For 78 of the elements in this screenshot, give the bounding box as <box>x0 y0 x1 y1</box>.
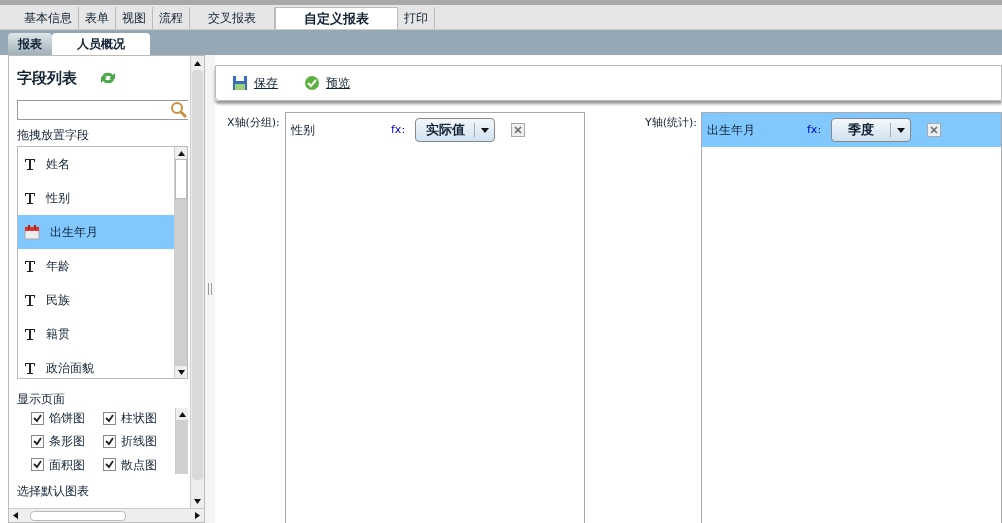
field-item[interactable]: 性别 <box>18 181 174 215</box>
drag-label: 拖拽放置字段 <box>17 127 90 144</box>
tab[interactable]: 打印 <box>398 7 435 29</box>
checkbox-label: 折线图 <box>121 433 157 451</box>
panel-title: 字段列表 <box>17 67 77 89</box>
toolbar-button[interactable]: 预览 <box>304 74 350 92</box>
scroll-thumb[interactable] <box>192 70 203 480</box>
section-label: 显示页面 <box>17 391 66 406</box>
axis-field[interactable]: 性别 fx: 实际值 <box>286 113 584 147</box>
text-type-icon <box>24 362 36 374</box>
tab[interactable]: 基本信息 <box>18 7 79 29</box>
scroll-down-icon[interactable] <box>194 498 201 504</box>
field-name: 出生年月 <box>50 224 98 241</box>
field-name: 民族 <box>46 292 70 309</box>
scroll-thumb[interactable] <box>176 420 188 474</box>
field-item[interactable]: 政治面貌 <box>18 351 174 385</box>
function-dropdown[interactable]: 季度 <box>831 118 911 142</box>
fx-label: fx: <box>807 121 823 138</box>
checkbox[interactable] <box>103 458 116 472</box>
checkbox[interactable] <box>31 411 44 425</box>
scroll-down-icon[interactable] <box>177 369 185 375</box>
grip-icon[interactable] <box>208 283 212 295</box>
field-name: 籍贯 <box>46 326 70 343</box>
field-item[interactable]: 籍贯 <box>18 317 174 351</box>
checkbox[interactable] <box>31 434 44 448</box>
tab[interactable]: 自定义报表 <box>275 7 398 29</box>
section-label: 选择默认图表 <box>17 483 90 498</box>
axis-field[interactable]: 出生年月 fx: 季度 <box>702 113 1001 147</box>
text-type-icon <box>24 260 36 272</box>
checkbox-label: 馅饼图 <box>49 410 85 427</box>
text-type-icon <box>24 158 36 170</box>
checkbox-label: 面积图 <box>49 456 85 474</box>
checkbox-label: 散点图 <box>121 456 157 474</box>
field-name: 政治面貌 <box>46 360 94 377</box>
close-button[interactable] <box>511 123 525 137</box>
horizontal-scrollbar[interactable] <box>9 508 204 522</box>
caret-icon <box>480 127 489 133</box>
check-circle-icon <box>304 75 320 91</box>
checkbox[interactable] <box>31 458 44 472</box>
caret-icon <box>896 127 905 133</box>
search-field[interactable] <box>17 100 188 120</box>
scroll-right-icon[interactable] <box>195 512 200 519</box>
refresh-icon <box>99 70 117 86</box>
text-type-icon <box>24 192 36 204</box>
scroll-left-icon[interactable] <box>13 512 18 519</box>
scroll-thumb[interactable] <box>175 159 187 199</box>
tab[interactable]: 人员概况 <box>52 33 150 55</box>
search-icon <box>170 101 188 119</box>
scroll-thumb[interactable] <box>30 510 126 521</box>
function-dropdown[interactable]: 实际值 <box>415 118 495 142</box>
tab[interactable]: 报表 <box>8 33 52 55</box>
checkbox-label: 柱状图 <box>121 410 157 427</box>
field-item[interactable]: 年龄 <box>18 249 174 283</box>
text-type-icon <box>24 294 36 306</box>
toolbar-button[interactable]: 保存 <box>232 74 278 92</box>
field-item[interactable]: 姓名 <box>18 147 174 181</box>
field-item[interactable]: 民族 <box>18 283 174 317</box>
scroll-up-icon[interactable] <box>177 150 185 156</box>
scroll-up-icon[interactable] <box>194 60 201 66</box>
text-type-icon <box>24 328 36 340</box>
field-item[interactable]: 出生年月 <box>18 215 174 249</box>
axis-label: Y轴(统计): <box>645 115 698 131</box>
field-name: 姓名 <box>46 156 70 173</box>
field-name: 年龄 <box>46 258 70 275</box>
field-name: 性别 <box>291 122 316 139</box>
checkbox[interactable] <box>103 411 116 425</box>
checkbox[interactable] <box>103 434 116 448</box>
close-button[interactable] <box>927 123 941 137</box>
tab[interactable]: 流程 <box>153 7 190 29</box>
field-name: 性别 <box>46 190 70 207</box>
tab[interactable]: 表单 <box>79 7 116 29</box>
tab[interactable]: 视图 <box>116 7 153 29</box>
field-name: 出生年月 <box>707 122 756 139</box>
calendar-icon <box>24 224 40 240</box>
scroll-up-icon[interactable] <box>178 411 186 417</box>
axis-label: X轴(分组): <box>227 115 281 131</box>
checkbox-label: 条形图 <box>49 433 85 451</box>
fx-label: fx: <box>391 121 407 138</box>
